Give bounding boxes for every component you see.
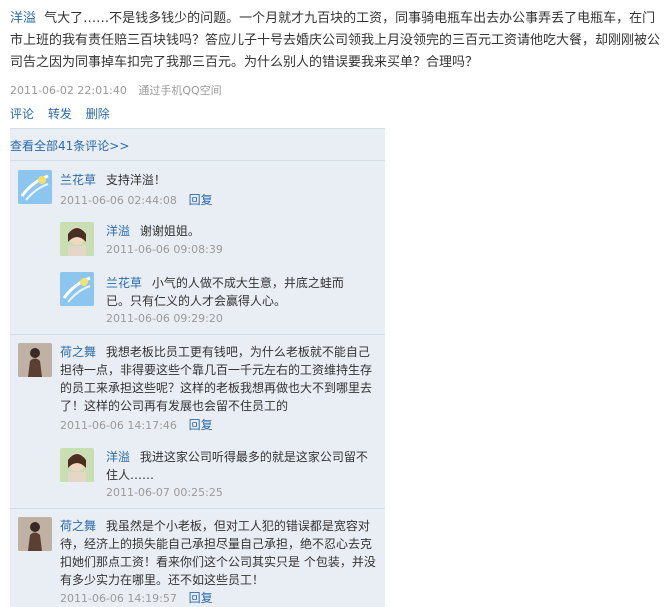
- yangyi-avatar[interactable]: [60, 222, 94, 256]
- comment-timestamp: 2011-06-06 02:44:08: [60, 194, 177, 207]
- comment-1: 兰花草 支持洋溢！: [60, 171, 380, 189]
- comment-3-meta: 2011-06-06 14:19:57 回复: [60, 589, 213, 606]
- yangyi-avatar[interactable]: [60, 448, 94, 482]
- reply-button[interactable]: 回复: [189, 591, 213, 605]
- reply-button[interactable]: 回复: [189, 193, 213, 207]
- view-all-comments-link[interactable]: 查看全部41条评论>>: [10, 137, 129, 154]
- reply-2-1-meta: 2011-06-07 00:25:25: [106, 485, 223, 499]
- divider: [10, 334, 385, 335]
- delete-button[interactable]: 删除: [86, 107, 110, 121]
- post-body: 洋溢 气大了……不是钱多钱少的问题。一个月就才九百块的工资，同事骑电瓶车出去办公…: [10, 8, 662, 74]
- comment-3: 荷之舞 我虽然是个小老板，但对工人犯的错误都是宽容对待，经济上的损失能自己承担尽…: [60, 517, 378, 589]
- hezhiwu-avatar[interactable]: [18, 517, 52, 551]
- reply-text: 我进这家公司听得最多的就是这家公司留不住人……: [106, 450, 368, 482]
- reply-timestamp: 2011-06-06 09:29:20: [106, 312, 223, 325]
- commenter-name[interactable]: 荷之舞: [60, 519, 96, 533]
- forward-button[interactable]: 转发: [48, 107, 72, 121]
- commenter-name[interactable]: 荷之舞: [60, 345, 96, 359]
- post-actions: 评论 转发 删除: [10, 105, 120, 122]
- comment-text: 支持洋溢！: [105, 173, 166, 187]
- commenter-name[interactable]: 洋溢: [106, 450, 130, 464]
- reply-1-2-meta: 2011-06-06 09:29:20: [106, 311, 223, 325]
- hezhiwu-avatar[interactable]: [18, 343, 52, 377]
- reply-2-1: 洋溢 我进这家公司听得最多的就是这家公司留不住人……: [106, 448, 371, 484]
- comment-timestamp: 2011-06-06 14:19:57: [60, 592, 177, 605]
- comment-2-meta: 2011-06-06 14:17:46 回复: [60, 416, 213, 433]
- comment-1-meta: 2011-06-06 02:44:08 回复: [60, 191, 213, 208]
- reply-timestamp: 2011-06-07 00:25:25: [106, 486, 223, 499]
- post-timestamp: 2011-06-02 22:01:40: [10, 84, 127, 97]
- post-text: 气大了……不是钱多钱少的问题。一个月就才九百块的工资，同事骑电瓶车出去办公事弄丢…: [10, 11, 661, 70]
- reply-text: 谢谢姐姐。: [139, 224, 200, 238]
- orchid-avatar[interactable]: [18, 170, 52, 204]
- commenter-name[interactable]: 兰花草: [106, 276, 142, 290]
- post-via: 通过手机QQ空间: [138, 84, 222, 97]
- commenter-name[interactable]: 洋溢: [106, 224, 130, 238]
- comment-text: 我虽然是个小老板，但对工人犯的错误都是宽容对待，经济上的损失能自己承担尽量自己承…: [60, 519, 376, 587]
- reply-timestamp: 2011-06-06 09:08:39: [106, 243, 223, 256]
- reply-1-2: 兰花草 小气的人做不成大生意，井底之蛙而已。只有仁义的人才会赢得人心。: [106, 274, 346, 310]
- comment-timestamp: 2011-06-06 14:17:46: [60, 419, 177, 432]
- comment-2: 荷之舞 我想老板比员工更有钱吧，为什么老板就不能自己担待一点，非得要这些个靠几百…: [60, 343, 378, 415]
- post-meta: 2011-06-02 22:01:40 通过手机QQ空间: [10, 82, 222, 98]
- comment-button[interactable]: 评论: [10, 107, 34, 121]
- reply-1-1: 洋溢 谢谢姐姐。: [106, 222, 376, 240]
- reply-1-1-meta: 2011-06-06 09:08:39: [106, 242, 223, 256]
- comment-text: 我想老板比员工更有钱吧，为什么老板就不能自己担待一点，非得要这些个靠几百一千元左…: [60, 345, 373, 413]
- post-author-link[interactable]: 洋溢: [10, 11, 36, 26]
- commenter-name[interactable]: 兰花草: [60, 173, 96, 187]
- divider: [10, 160, 385, 161]
- reply-button[interactable]: 回复: [189, 418, 213, 432]
- divider: [10, 508, 385, 509]
- orchid-avatar[interactable]: [60, 272, 94, 306]
